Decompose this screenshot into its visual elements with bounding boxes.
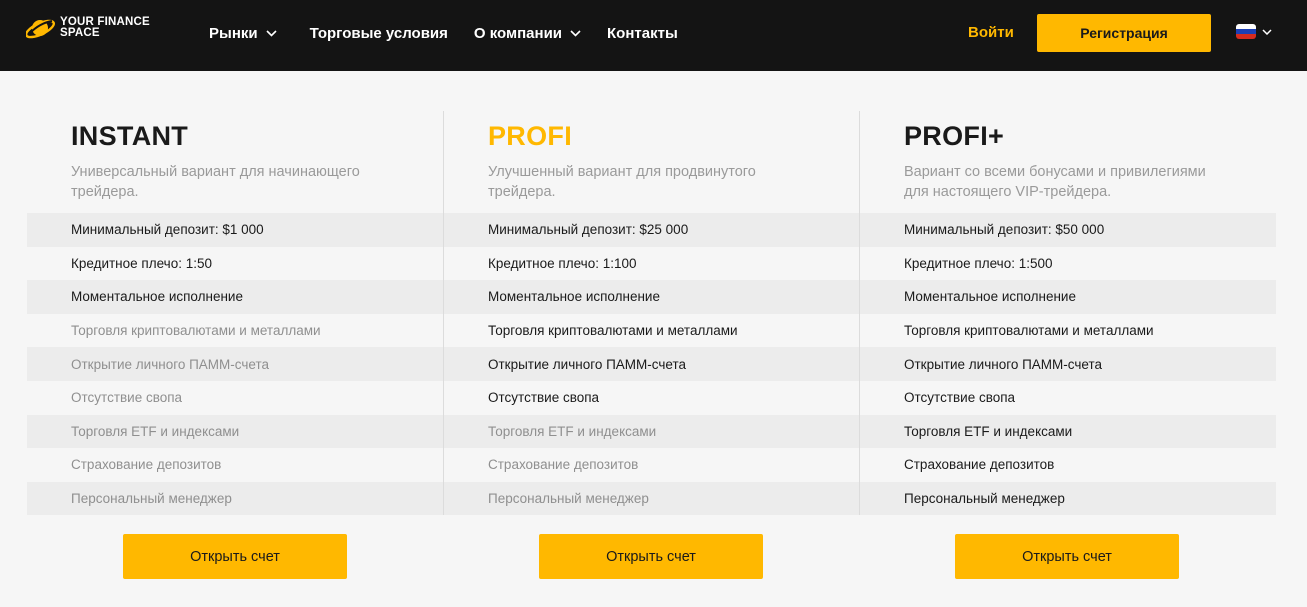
feature-row: Минимальный депозит: $1 000 [27,213,443,247]
feature-row: Отсутствие свопа [488,390,600,406]
flag-ru-icon [1236,24,1256,39]
chevron-down-icon [570,29,581,37]
chevron-down-icon [266,29,277,37]
feature-row: Отсутствие свопа [904,390,1016,406]
feature-row: Торговля ETF и индексами [27,414,443,449]
feature-row: Торговля ETF и индексами [860,414,1276,449]
feature-list: Минимальный депозит: $1 000 Кредитное пле… [27,213,443,516]
plans-comparison: INSTANT Универсальный вариант для начина… [27,111,1276,516]
feature-row: Торговля криптовалютами и металлами [488,323,738,339]
open-account-button-instant[interactable]: Открыть счет [123,534,347,579]
feature-row: Персональный менеджер [860,481,1276,516]
logo-text: YOUR FINANCE SPACE [60,16,150,39]
plan-profi: PROFI Улучшенный вариант для продвинутог… [443,111,860,516]
open-account-button-profi-plus[interactable]: Открыть счет [955,534,1179,579]
main-nav: Рынки Торговые условия О компании Контак… [209,0,678,66]
plan-description: Универсальный вариант для начинающего тр… [71,164,360,200]
feature-row: Персональный менеджер [444,481,860,516]
logo[interactable]: YOUR FINANCE SPACE [26,14,150,42]
feature-row: Торговля криптовалютами и металлами [904,323,1154,339]
feature-row: Торговля криптовалютами и металлами [71,323,321,339]
feature-list: Минимальный депозит: $50 000 Кредитное пл… [860,213,1276,516]
open-account-button-profi[interactable]: Открыть счет [539,534,763,579]
nav-item-markets[interactable]: Рынки [209,25,277,42]
chevron-down-icon [1262,28,1272,35]
plan-title: PROFI [488,121,573,151]
feature-row: Минимальный депозит: $50 000 [860,213,1276,247]
feature-row: Моментальное исполнение [27,280,443,314]
feature-row: Отсутствие свопа [71,390,183,406]
feature-row: Минимальный депозит: $25 000 [444,213,860,247]
nav-item-label: Торговые условия [309,24,448,42]
feature-row: Персональный менеджер [27,481,443,516]
feature-row: Кредитное плечо: 1:500 [904,255,1053,271]
feature-row: Моментальное исполнение [860,280,1276,314]
feature-row: Открытие личного ПАММ-счета [444,347,860,381]
plan-description: Улучшенный вариант для продвинутого трей… [488,164,756,200]
nav-item-label: О компании [473,24,563,42]
feature-row: Страхование депозитов [904,457,1055,473]
nav-item-label: Рынки [209,24,258,42]
language-selector[interactable] [1236,24,1272,39]
feature-row: Открытие личного ПАММ-счета [860,347,1276,381]
feature-list: Минимальный депозит: $25 000 Кредитное пл… [444,213,860,516]
register-button[interactable]: Регистрация [1037,14,1211,52]
feature-row: Кредитное плечо: 1:50 [71,255,212,271]
plan-profi-plus: PROFI+ Вариант со всеми бонусами и приви… [859,111,1276,516]
plan-title: PROFI+ [904,121,1005,151]
feature-row: Кредитное плечо: 1:100 [488,255,637,271]
feature-row: Страхование депозитов [71,457,222,473]
feature-row: Открытие личного ПАММ-счета [27,347,443,381]
nav-item-about[interactable]: О компании [474,25,581,42]
feature-row: Торговля ETF и индексами [444,414,860,449]
planet-logo-icon [26,19,55,39]
nav-item-contacts[interactable]: Контакты [607,25,678,42]
nav-item-label: Контакты [607,24,678,42]
plan-title: INSTANT [71,121,189,151]
site-header: YOUR FINANCE SPACE Рынки Торговые услови… [0,0,1307,71]
plan-instant: INSTANT Универсальный вариант для начина… [27,111,443,516]
login-link[interactable]: Войти [968,24,1014,41]
nav-item-trading-conditions[interactable]: Торговые условия [310,25,448,42]
plan-description: Вариант со всеми бонусами и привилегиями… [904,164,1206,200]
feature-row: Моментальное исполнение [444,280,860,314]
feature-row: Страхование депозитов [488,457,639,473]
